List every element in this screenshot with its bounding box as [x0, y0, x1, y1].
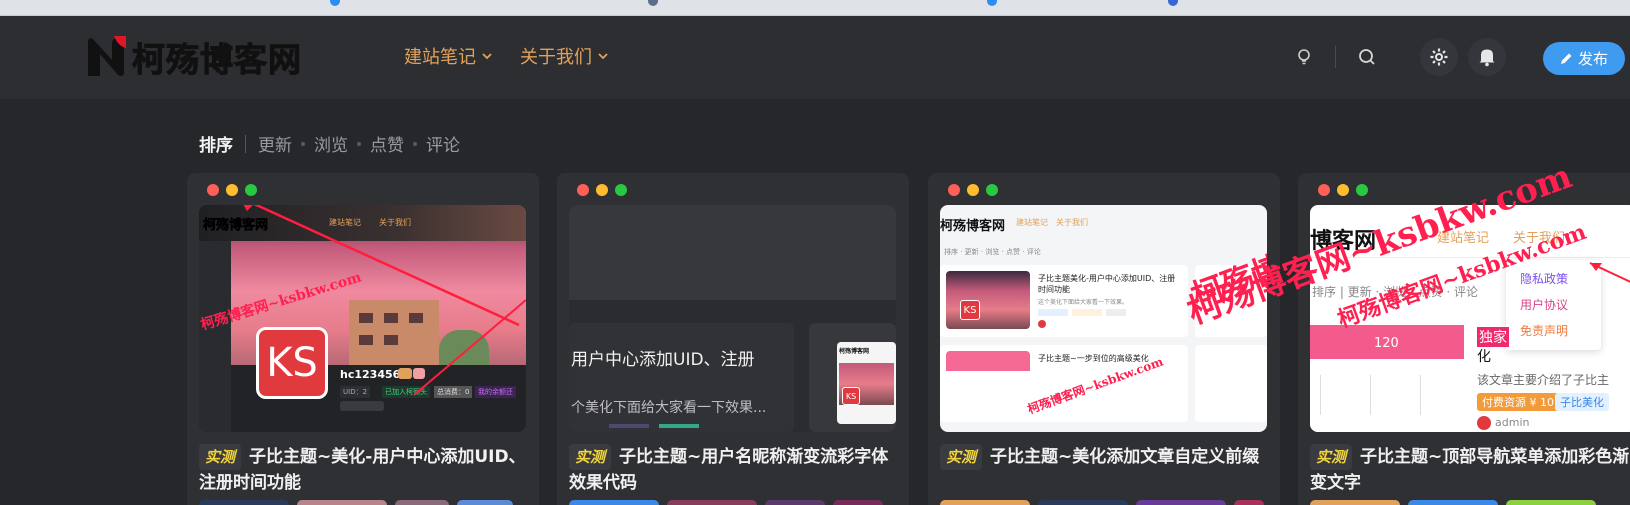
post-badge: 实测 [199, 444, 242, 470]
tab-favicon [1168, 0, 1178, 6]
header-actions [1285, 38, 1506, 76]
gear-icon [1430, 48, 1448, 66]
sort-bar: 排序 更新 浏览 点赞 评论 [199, 131, 460, 156]
sort-option-update[interactable]: 更新 [258, 131, 292, 156]
window-dots [1318, 184, 1368, 196]
mini-nav-item: 建站笔记 [1016, 218, 1048, 227]
bell-icon [1479, 49, 1495, 67]
tab-favicon [648, 0, 658, 6]
post-thumbnail[interactable]: 用户中心添加UID、注册 个美化下面给大家看一下效果... 柯殇博客网 KS [569, 205, 896, 432]
post-thumbnail[interactable]: 柯殇博客网 建站笔记 关于我们 KS hc123456 UID：2 已加入柯殇头… [199, 205, 526, 432]
sort-dot [413, 141, 417, 146]
post-card[interactable]: 柯殇博客网 建站笔记 关于我们 KS hc123456 UID：2 已加入柯殇头… [187, 173, 539, 505]
settings-button[interactable] [1420, 38, 1458, 76]
post-card[interactable]: 用户中心添加UID、注册 个美化下面给大家看一下效果... 柯殇博客网 KS 实… [557, 173, 909, 505]
browser-tab-strip [0, 0, 1630, 16]
mini-logo: 柯殇博客网 [940, 219, 1006, 234]
chevron-down-icon [482, 53, 492, 60]
mini-avatar: KS [960, 300, 980, 320]
post-title[interactable]: 实测 子比主题~美化-用户中心添加UID、注册时间功能 [199, 444, 529, 496]
sort-dot [357, 141, 361, 146]
notification-button[interactable] [1468, 38, 1506, 76]
window-dots [948, 184, 998, 196]
mini-post-desc: 这个美化下面给大家看一下效果。 [1038, 299, 1129, 306]
post-tags [1310, 500, 1596, 505]
pencil-icon [1560, 53, 1572, 64]
preview-desc: 个美化下面给大家看一下效果... [571, 400, 767, 416]
mini-nav-item: 关于我们 [1056, 218, 1088, 227]
sort-option-views[interactable]: 浏览 [314, 131, 348, 156]
mini-sort: 排序 · 更新 · 浏览 · 点赞 · 评论 [944, 248, 1041, 256]
logo-mark-icon [84, 34, 130, 80]
post-tags [199, 500, 513, 505]
sort-option-comments[interactable]: 评论 [426, 131, 460, 156]
site-header: 柯殇博客网 建站笔记 关于我们 [0, 16, 1630, 99]
mini-avatar: KS [842, 387, 860, 405]
tab-favicon [330, 0, 340, 6]
post-tags [569, 500, 883, 505]
nav-item-about[interactable]: 关于我们 [520, 43, 608, 69]
publish-label: 发布 [1577, 50, 1608, 68]
post-title[interactable]: 实测 子比主题~用户名昵称渐变流彩字体效果代码 [569, 444, 899, 496]
nav-item-notes[interactable]: 建站笔记 [404, 43, 492, 69]
logo-text: 柯殇博客网 [132, 40, 302, 80]
sort-dot [301, 141, 305, 146]
theme-toggle-button[interactable] [1285, 38, 1323, 76]
post-card[interactable]: 柯殇博客网 建站笔记 关于我们 排序 · 更新 · 浏览 · 点赞 · 评论 K… [928, 173, 1280, 505]
lightbulb-icon [1298, 49, 1310, 65]
publish-button[interactable]: 发布 [1543, 42, 1625, 75]
window-dots [207, 184, 257, 196]
header-divider [1335, 46, 1336, 68]
main-nav: 建站笔记 关于我们 [404, 43, 608, 69]
post-badge: 实测 [940, 444, 983, 470]
post-title[interactable]: 实测 子比主题~顶部导航菜单添加彩色渐变文字 [1310, 444, 1630, 496]
post-badge: 实测 [569, 444, 612, 470]
mini-post-title: 子比主题美化-用户中心添加UID、注册时间功能 [1038, 274, 1176, 294]
post-badge: 实测 [1310, 444, 1353, 470]
search-button[interactable] [1348, 38, 1386, 76]
nav-item-label: 建站笔记 [404, 47, 476, 68]
nav-item-label: 关于我们 [520, 47, 592, 68]
sort-divider [245, 134, 246, 153]
preview-heading: 用户中心添加UID、注册 [571, 350, 755, 370]
tab-favicon [987, 0, 997, 6]
sort-label: 排序 [199, 136, 233, 156]
post-title[interactable]: 实测 子比主题~美化添加文章自定义前缀 [940, 444, 1270, 470]
window-dots [577, 184, 627, 196]
search-icon [1359, 49, 1375, 65]
chevron-down-icon [598, 53, 608, 60]
mini-logo: 柯殇博客网 [839, 348, 870, 355]
post-tags [940, 500, 1264, 505]
site-logo[interactable]: 柯殇博客网 [84, 34, 302, 80]
sort-option-likes[interactable]: 点赞 [370, 131, 404, 156]
